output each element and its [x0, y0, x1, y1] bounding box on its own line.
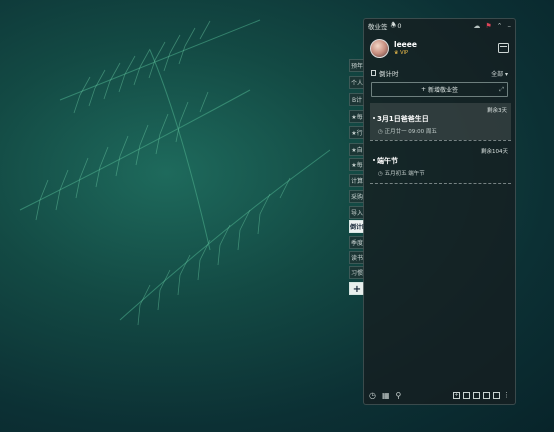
bottom-toolbar: ◷ ▦ ⚲ + ⋮ — [364, 386, 515, 404]
side-tab[interactable]: B计 — [349, 93, 364, 106]
item-divider — [370, 140, 511, 141]
clock-icon[interactable]: ◷ — [369, 391, 376, 400]
notebook-icon — [371, 70, 376, 76]
side-tab[interactable]: ★每 — [349, 158, 364, 171]
side-tab[interactable]: 预年 — [349, 59, 364, 72]
notes-panel: 敬业签 🕭 0 ☁ ⚑ ⌃ – leeee ♛ VIP 倒计时 全部 ▾ + 新… — [363, 18, 516, 405]
cloud-icon[interactable]: ☁ — [473, 22, 480, 30]
image-icon[interactable] — [463, 391, 470, 399]
vip-label: VIP — [400, 50, 408, 56]
profile-header: leeee ♛ VIP — [364, 33, 515, 63]
number-icon[interactable] — [493, 391, 500, 399]
calendar-view-icon[interactable]: ▦ — [382, 391, 390, 400]
expand-icon[interactable]: ⤢ — [499, 86, 504, 94]
side-tab[interactable]: 季度 — [349, 236, 364, 249]
item-divider — [370, 183, 511, 184]
side-tab[interactable]: 读书 — [349, 251, 364, 264]
grid-icon[interactable] — [473, 391, 480, 399]
bell-icon[interactable]: 🕭 — [391, 21, 397, 32]
pin-icon[interactable]: ⚑ — [485, 22, 491, 30]
more-icon[interactable]: ⋮ — [503, 391, 510, 399]
side-tab[interactable]: 习惯 — [349, 266, 364, 279]
minimize-icon[interactable]: – — [508, 22, 512, 30]
event-title: 3月1日爸爸生日 — [377, 115, 429, 123]
vip-badge[interactable]: ♛ VIP — [394, 50, 417, 56]
event-title: 端午节 — [377, 157, 398, 165]
search-icon[interactable]: ⚲ — [396, 391, 402, 400]
side-tab[interactable]: ★自 — [349, 143, 364, 156]
side-tab-countdown[interactable]: 倒计时 — [349, 220, 364, 233]
collapse-icon[interactable]: ⌃ — [497, 22, 503, 30]
filter-label: 全部 — [491, 70, 504, 78]
side-tab[interactable]: ★行 — [349, 126, 364, 139]
event-date: ◷ 五月初五 端午节 — [378, 171, 425, 177]
event-date-text: 五月初五 端午节 — [384, 171, 425, 177]
app-title: 敬业签 — [368, 23, 388, 31]
side-tab[interactable]: 计算 — [349, 174, 364, 187]
book-icon[interactable] — [483, 391, 490, 399]
filter-dropdown[interactable]: 全部 ▾ — [491, 69, 508, 78]
add-notebook-button[interactable]: + — [349, 282, 364, 295]
notification-count: 0 — [397, 22, 402, 30]
side-tab[interactable]: ★每 — [349, 110, 364, 123]
countdown-item[interactable]: 端午节 ◷ 五月初五 端午节 — [370, 155, 511, 183]
plus-icon: + — [420, 86, 426, 93]
calendar-icon[interactable] — [498, 43, 509, 53]
event-date: ◷ 正月廿一 09:00 周五 — [378, 129, 437, 135]
side-tab[interactable]: 采购 — [349, 190, 364, 203]
add-icon[interactable]: + — [453, 391, 460, 399]
add-note-label: 新增敬业签 — [428, 87, 459, 94]
remaining-days: 剩余104天 — [481, 149, 508, 155]
section-title[interactable]: 倒计时 — [379, 68, 399, 78]
side-tab[interactable]: 个人 — [349, 76, 364, 89]
side-tab[interactable]: 导入 — [349, 206, 364, 219]
bullet-icon — [373, 117, 375, 119]
event-date-text: 正月廿一 09:00 周五 — [384, 129, 437, 135]
add-note-button[interactable]: + 新增敬业签 ⤢ — [371, 82, 508, 97]
remaining-days: 剩余3天 — [487, 108, 507, 114]
countdown-item[interactable]: 剩余3天 3月1日爸爸生日 ◷ 正月廿一 09:00 周五 — [370, 103, 511, 140]
bullet-icon — [373, 159, 375, 161]
panel-titlebar[interactable]: 敬业签 🕭 0 ☁ ⚑ ⌃ – — [364, 19, 515, 33]
section-header: 倒计时 全部 ▾ — [364, 67, 515, 79]
avatar[interactable] — [370, 38, 389, 58]
username: leeee — [394, 40, 417, 49]
